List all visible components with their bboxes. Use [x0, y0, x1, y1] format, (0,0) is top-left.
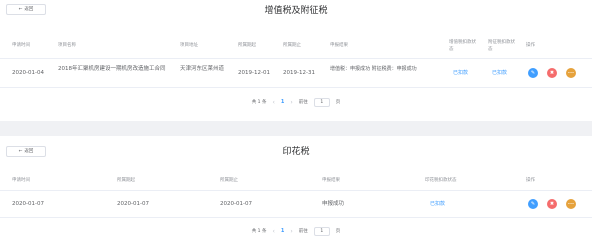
cell-start: 2020-01-07	[117, 201, 149, 207]
col-header: 操作	[526, 43, 535, 48]
stamp-tax-panel: ← 返回 印花税 申请时间 所属期起 所属期止 申报结果 印花税扣款状态 操作 …	[0, 136, 592, 243]
cell-result: 增值税：申报成功 附征税费：申报成功	[330, 66, 417, 72]
divider	[0, 87, 592, 88]
stamp-status-link[interactable]: 已扣款	[430, 200, 445, 208]
col-header: 申报结果	[322, 178, 340, 183]
next-page-icon[interactable]: ›	[290, 228, 292, 235]
more-button[interactable]: •••	[566, 68, 576, 78]
more-button[interactable]: •••	[566, 199, 576, 209]
divider	[0, 58, 592, 59]
col-header: 项目地址	[180, 43, 198, 48]
more-icon: •••	[567, 202, 575, 206]
next-page-icon[interactable]: ›	[290, 99, 292, 106]
col-header: 增值税扣款状态	[449, 40, 476, 52]
total-count: 共 1 条	[251, 100, 267, 105]
cell-time: 2020-01-07	[12, 201, 44, 207]
delete-button[interactable]: ✖	[547, 68, 557, 78]
cell-start: 2019-12-01	[238, 70, 270, 76]
edit-icon: ✎	[530, 201, 536, 207]
cell-address: 天津河东区莱州道	[180, 66, 225, 72]
vat-status-link[interactable]: 已扣款	[453, 69, 468, 77]
col-header: 所属期起	[238, 43, 256, 48]
delete-button[interactable]: ✖	[547, 199, 557, 209]
col-header: 所属期止	[220, 178, 238, 183]
pagination: 共 1 条 ‹ 1 › 前往 1 页	[0, 226, 592, 236]
page-unit-label: 页	[335, 100, 341, 105]
col-header: 所属期起	[117, 178, 135, 183]
col-header: 项目名称	[58, 43, 76, 48]
col-header: 申请时间	[12, 43, 30, 48]
goto-label: 前往	[298, 100, 308, 105]
edit-icon: ✎	[530, 70, 536, 76]
edit-button[interactable]: ✎	[528, 199, 538, 209]
col-header: 印花税扣款状态	[425, 178, 457, 183]
col-header: 所属期止	[283, 43, 301, 48]
pagination: 共 1 条 ‹ 1 › 前往 1 页	[0, 97, 592, 107]
col-header: 操作	[526, 178, 535, 183]
page-title: 印花税	[282, 147, 310, 157]
col-header: 申请时间	[12, 178, 30, 183]
page-unit-label: 页	[335, 229, 341, 234]
prev-page-icon[interactable]: ‹	[272, 228, 274, 235]
divider	[0, 217, 592, 218]
total-count: 共 1 条	[251, 229, 267, 234]
cell-result: 申报成功	[322, 201, 345, 207]
prev-page-icon[interactable]: ‹	[272, 99, 274, 106]
page-number[interactable]: 1	[281, 99, 284, 105]
delete-icon: ✖	[549, 201, 555, 207]
col-header: 申报结果	[330, 43, 348, 48]
col-header: 附征税扣款状态	[488, 40, 515, 52]
goto-label: 前往	[298, 229, 308, 234]
cell-project-name: 2018年汇聚机房建设一期机房改造施工合同	[58, 66, 166, 72]
page-jump-input[interactable]: 1	[313, 97, 330, 107]
surtax-status-link[interactable]: 已扣款	[492, 69, 507, 77]
cell-time: 2020-01-04	[12, 70, 44, 76]
vat-panel: ← 返回 增值税及附征税 申请时间 项目名称 项目地址 所属期起 所属期止 申报…	[0, 0, 592, 121]
delete-icon: ✖	[549, 70, 555, 76]
edit-button[interactable]: ✎	[528, 68, 538, 78]
page-number[interactable]: 1	[281, 228, 284, 234]
page-jump-input[interactable]: 1	[313, 226, 330, 236]
divider	[0, 190, 592, 191]
more-icon: •••	[567, 71, 575, 75]
cell-end: 2019-12-31	[283, 70, 315, 76]
cell-end: 2020-01-07	[220, 201, 252, 207]
page-title: 增值税及附征税	[264, 6, 328, 16]
